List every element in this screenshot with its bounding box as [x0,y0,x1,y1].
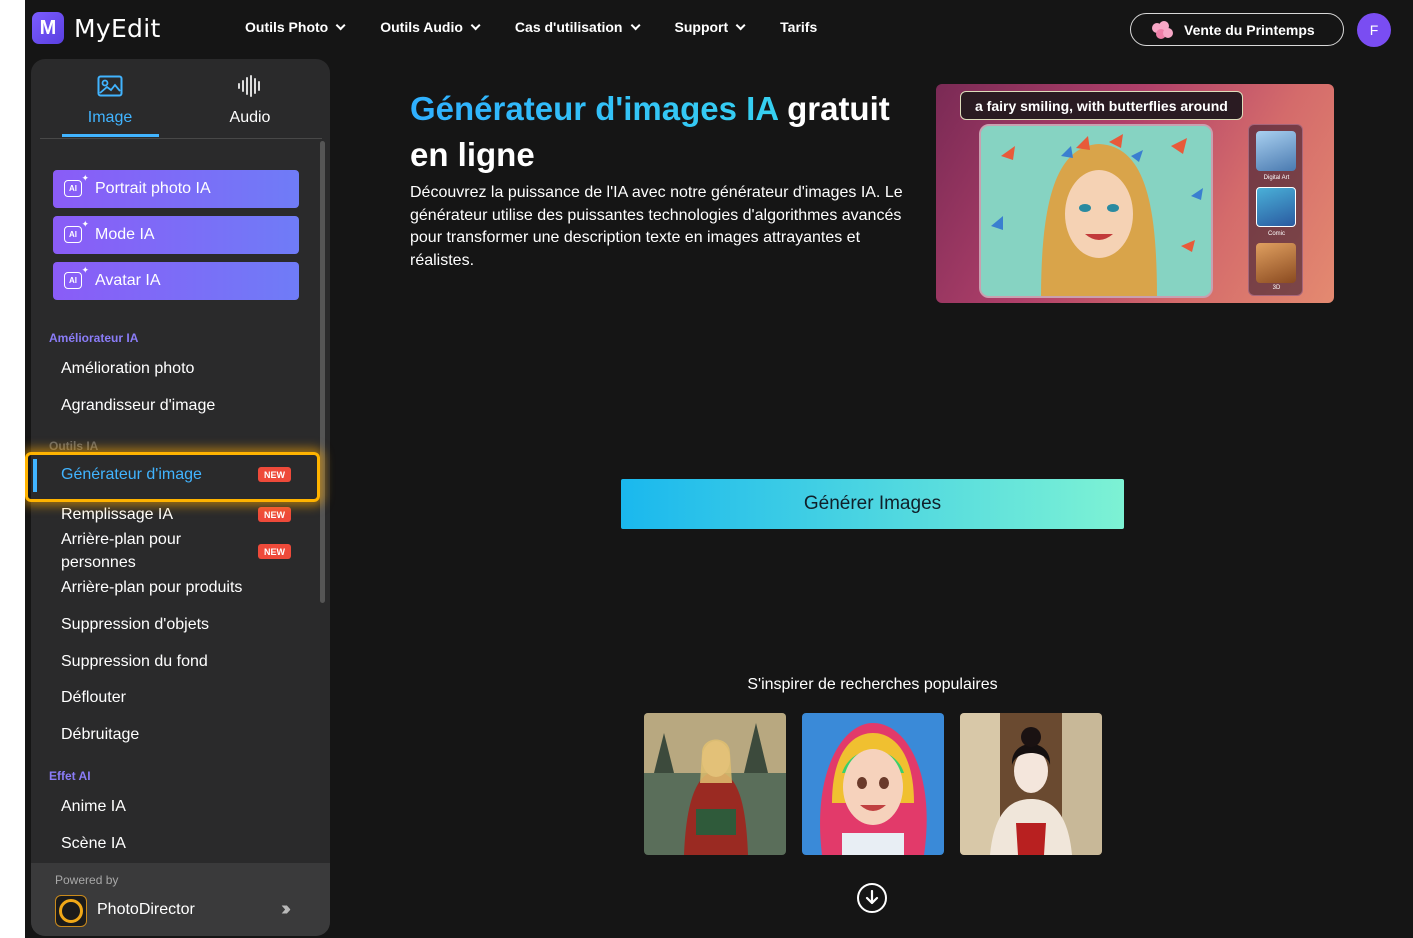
main-nav: Outils Photo Outils Audio Cas d'utilisat… [245,19,855,35]
style-thumb-3d [1256,243,1296,283]
ai-sparkle-icon: AI [64,173,89,197]
sidebar-item-background-removal[interactable]: Suppression du fond [61,650,208,673]
myedit-logo[interactable]: M MyEdit [32,12,161,44]
triple-chevron-right-icon[interactable]: ››› [281,898,291,921]
sidebar-item-ai-anime[interactable]: Anime IA [61,795,126,818]
ai-fashion-button[interactable]: AI Mode IA [53,216,299,254]
active-tab-indicator [62,134,159,137]
user-avatar[interactable]: F [1357,13,1391,47]
inspiration-thumb-elf[interactable] [644,713,786,855]
sidebar-item-photo-enhance[interactable]: Amélioration photo [61,357,194,380]
hero-example-image: a fairy smiling, with butterflies around… [936,84,1334,303]
nav-label: Cas d'utilisation [514,19,623,35]
sidebar-item-product-background[interactable]: Arrière-plan pour produits [61,576,242,599]
new-badge: NEW [258,544,291,559]
chevron-down-icon [470,19,481,30]
new-badge: NEW [258,467,291,482]
sidebar-item-ai-scene[interactable]: Scène IA [61,832,126,855]
tab-label: Image [87,109,133,126]
chevron-down-icon [735,19,746,30]
title-highlight: Générateur d'images IA [410,90,778,127]
tab-label: Audio [229,109,271,126]
sidebar-item-denoise[interactable]: Débruitage [61,723,139,746]
sidebar-item-image-generator[interactable]: Générateur d'image NEW [31,455,330,495]
sidebar-scrollbar[interactable] [320,141,325,603]
ai-avatar-button[interactable]: AI Avatar IA [53,262,299,300]
ai-button-label: Portrait photo IA [95,180,211,197]
powered-by-label: Powered by [55,873,119,887]
ai-button-label: Mode IA [95,226,155,243]
cherry-blossom-icon [1148,19,1174,41]
ai-sparkle-icon: AI [64,265,89,289]
tab-image[interactable]: Image [50,73,170,127]
promo-label: Vente du Printemps [1184,21,1315,38]
section-label-enhancer: Améliorateur IA [49,331,139,345]
prompt-chip: a fairy smiling, with butterflies around [960,91,1243,120]
audio-wave-icon [190,73,310,99]
sidebar-item-people-background[interactable]: Arrière-plan pour personnes [61,528,211,574]
scroll-down-icon[interactable] [857,883,887,913]
page-title: Générateur d'images IA gratuit en ligne [410,86,930,178]
top-nav-bar: M MyEdit Outils Photo Outils Audio Cas d… [25,0,1413,58]
style-caption: Comic [1267,231,1285,237]
ai-sparkle-icon: AI [64,219,89,243]
sidebar-item-label: Générateur d'image [61,466,202,483]
sidebar-item-deblur[interactable]: Déflouter [61,686,126,709]
chevron-down-icon [630,19,641,30]
ai-button-label: Avatar IA [95,272,161,289]
sidebar: Image Audio AI Portrait photo IA AI Mode I… [31,59,330,936]
sidebar-item-ai-fill[interactable]: Remplissage IA [61,503,173,526]
new-badge: NEW [258,507,291,522]
nav-pricing[interactable]: Tarifs [780,19,817,35]
chevron-down-icon [335,19,346,30]
nav-photo-tools[interactable]: Outils Photo [245,19,346,35]
inspiration-thumb-rainbow-hair[interactable] [802,713,944,855]
app-window: M MyEdit Outils Photo Outils Audio Cas d… [25,0,1413,938]
nav-support[interactable]: Support [674,19,746,35]
spring-sale-button[interactable]: Vente du Printemps [1130,13,1344,46]
nav-label: Outils Photo [245,19,329,35]
style-picker: Digital Art Comic 3D [1248,124,1303,296]
inspiration-heading: S'inspirer de recherches populaires [747,676,998,693]
page-description: Découvrez la puissance de l'IA avec notr… [410,184,903,269]
style-thumb-comic [1256,187,1296,227]
sidebar-tabs: Image Audio [40,59,322,139]
nav-audio-tools[interactable]: Outils Audio [380,19,481,35]
tab-audio[interactable]: Audio [190,73,310,127]
sidebar-item-upscaler[interactable]: Agrandisseur d'image [61,394,215,417]
generate-images-button[interactable]: Générer Images [621,479,1124,529]
image-icon [50,73,170,99]
powered-by-panel[interactable]: Powered by PhotoDirector ››› [31,863,330,936]
nav-label: Support [674,19,729,35]
style-thumb-digital-art [1256,131,1296,171]
fairy-portrait-image [979,124,1213,298]
style-caption: Digital Art [1263,175,1290,181]
active-item-indicator [33,459,37,492]
photodirector-name: PhotoDirector [97,901,195,918]
logo-mark-icon: M [32,12,64,44]
inspiration-thumb-geisha[interactable] [960,713,1102,855]
sidebar-item-object-removal[interactable]: Suppression d'objets [61,613,209,636]
section-label-effects: Effet AI [49,769,91,783]
section-label-tools: Outils IA [49,439,99,453]
nav-label: Tarifs [780,19,818,35]
nav-use-cases[interactable]: Cas d'utilisation [514,19,641,35]
logo-text: MyEdit [74,13,161,43]
style-caption: 3D [1272,285,1281,291]
photodirector-logo-icon [55,895,87,927]
ai-portrait-button[interactable]: AI Portrait photo IA [53,170,299,208]
nav-label: Outils Audio [380,19,463,35]
